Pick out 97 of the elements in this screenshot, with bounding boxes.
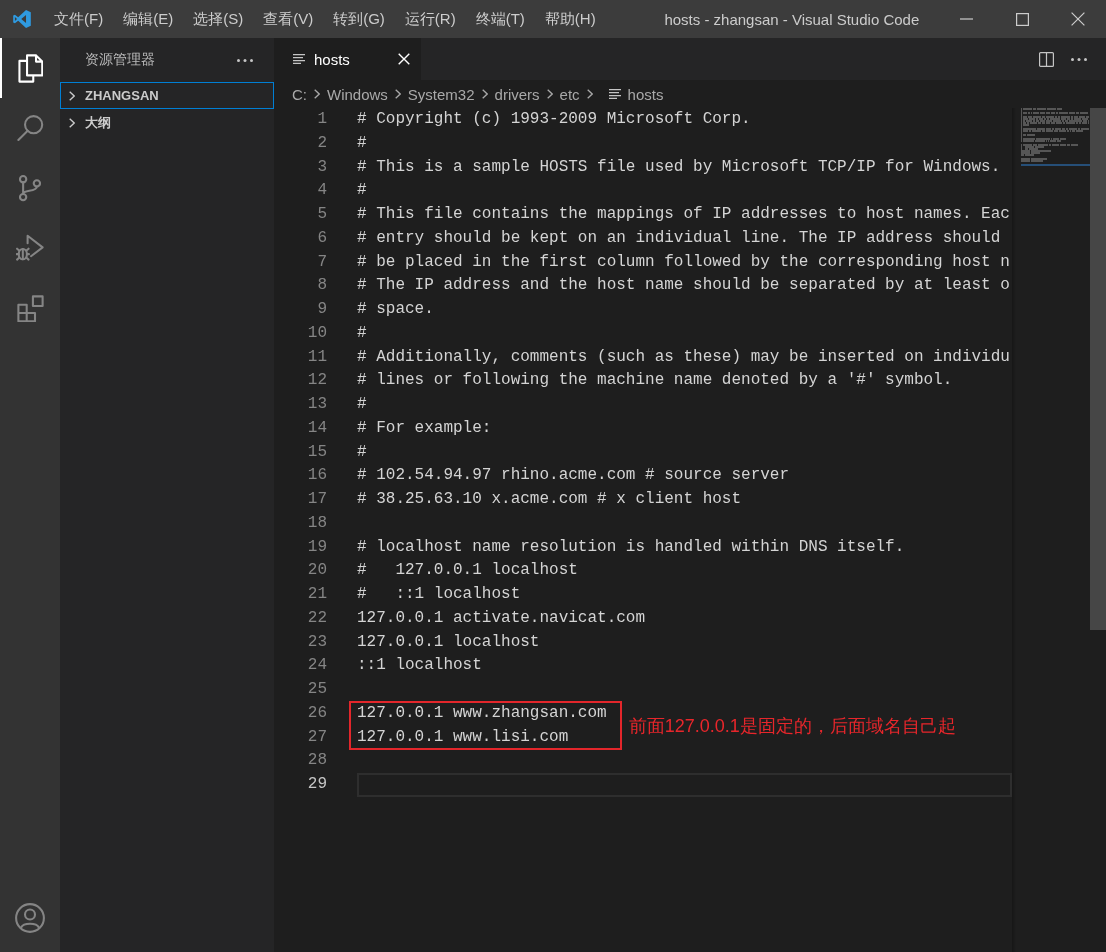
chevron-right-icon bbox=[314, 89, 320, 99]
code-line: # space. bbox=[357, 299, 435, 320]
annotation-text: 前面127.0.0.1是固定的，后面域名自己起 bbox=[628, 714, 956, 738]
account-icon[interactable] bbox=[15, 903, 45, 933]
line-number: 9 bbox=[317, 300, 327, 318]
code-line: # For example: bbox=[357, 417, 493, 439]
line-number: 5 bbox=[317, 205, 327, 223]
active-indicator bbox=[0, 38, 2, 98]
menu-item[interactable]: 终端(T) bbox=[475, 9, 525, 29]
line-number: 8 bbox=[317, 276, 327, 295]
minimize-icon[interactable] bbox=[959, 18, 973, 20]
breadcrumb-item[interactable]: hosts bbox=[627, 85, 664, 103]
play-bug-icon[interactable] bbox=[16, 234, 44, 262]
code-line: 127.0.0.1 localhost bbox=[357, 631, 541, 653]
chevron-right-icon bbox=[586, 89, 593, 99]
vscode-logo-icon bbox=[13, 10, 31, 28]
window-title: hosts - zhangsan - Visual Studio Code bbox=[664, 10, 920, 28]
scrollbar-thumb[interactable] bbox=[1090, 108, 1106, 630]
code-line: # bbox=[357, 132, 368, 154]
line-number: 26 bbox=[307, 703, 327, 722]
minimap-drawing[interactable] bbox=[1021, 108, 1090, 166]
breadcrumb-item[interactable]: C: bbox=[292, 85, 307, 103]
line-number: 28 bbox=[307, 751, 327, 770]
code-line: 127.0.0.1 activate.navicat.com bbox=[357, 607, 647, 629]
menu-item[interactable]: 文件(F) bbox=[54, 9, 104, 29]
line-number: 16 bbox=[307, 466, 327, 485]
breadcrumb-item[interactable]: Windows bbox=[327, 85, 388, 103]
line-number: 25 bbox=[307, 680, 327, 698]
breadcrumb-item[interactable]: etc bbox=[559, 85, 580, 103]
file-lines-icon bbox=[293, 54, 305, 64]
section-header[interactable]: ZHANGSAN bbox=[60, 82, 274, 109]
code-line: # 38.25.63.10 x.acme.com # x client host bbox=[357, 489, 743, 510]
line-number: 17 bbox=[307, 490, 327, 508]
search-icon[interactable] bbox=[16, 114, 44, 142]
code-line: # The IP address and the host name should be separated by at least o bbox=[357, 275, 1011, 297]
code-line: # bbox=[357, 180, 368, 202]
menu-item[interactable]: 帮助(H) bbox=[544, 9, 596, 29]
chevron-right-icon bbox=[481, 89, 488, 99]
line-number: 29 bbox=[307, 775, 327, 793]
line-number: 23 bbox=[307, 632, 327, 651]
menu-item[interactable]: 转到(G) bbox=[333, 9, 385, 29]
maximize-icon[interactable] bbox=[1015, 12, 1029, 26]
branch-icon[interactable] bbox=[19, 174, 41, 202]
section-header[interactable]: 大纲 bbox=[60, 109, 274, 136]
file-lines-icon bbox=[608, 89, 621, 99]
line-number: 6 bbox=[317, 228, 327, 247]
code-line: # Additionally, comments (such as these) may be inserted on individu bbox=[357, 346, 1011, 368]
code-line: # bbox=[357, 394, 368, 415]
line-number: 18 bbox=[307, 513, 327, 532]
line-number: 24 bbox=[307, 656, 327, 675]
more-icon[interactable] bbox=[237, 58, 253, 62]
code-line: # bbox=[357, 441, 368, 463]
code-line: # 102.54.94.97 rhino.acme.com # source server bbox=[357, 465, 791, 487]
code-line: # This file contains the mappings of IP addresses to host names. Eac bbox=[357, 204, 1011, 225]
sidebar-title: 资源管理器 bbox=[85, 51, 155, 67]
line-number: 14 bbox=[307, 418, 327, 437]
line-number: 1 bbox=[317, 110, 327, 128]
more-icon[interactable] bbox=[1071, 57, 1087, 61]
blocks-icon[interactable] bbox=[16, 294, 44, 322]
line-number: 13 bbox=[307, 395, 327, 413]
line-number: 11 bbox=[307, 347, 327, 366]
menu-item[interactable]: 选择(S) bbox=[193, 9, 244, 29]
code-line: 127.0.0.1 www.lisi.com bbox=[357, 726, 570, 748]
line-number: 22 bbox=[307, 608, 327, 627]
close-icon[interactable] bbox=[1071, 12, 1085, 26]
code-line: # localhost name resolution is handled within DNS itself. bbox=[357, 536, 906, 558]
files-icon[interactable] bbox=[17, 53, 43, 83]
line-number: 19 bbox=[307, 537, 327, 556]
menu-item[interactable]: 运行(R) bbox=[404, 9, 456, 29]
line-number: 3 bbox=[317, 157, 327, 176]
code-line: # Copyright (c) 1993-2009 Microsoft Corp. bbox=[357, 109, 752, 130]
chevron-right-icon bbox=[394, 89, 401, 99]
line-number: 10 bbox=[307, 323, 327, 342]
code-line: # entry should be kept on an individual line. The IP address should bbox=[357, 227, 1002, 249]
code-line: # 127.0.0.1 localhost bbox=[357, 560, 579, 582]
code-line: # be placed in the first column followed by the corresponding host n bbox=[357, 251, 1011, 273]
breadcrumb-item[interactable]: System32 bbox=[407, 85, 475, 103]
code-line: # bbox=[357, 322, 368, 344]
line-number: 4 bbox=[317, 181, 327, 200]
code-line: # ::1 localhost bbox=[357, 584, 522, 605]
editor-tab[interactable]: hosts bbox=[274, 38, 421, 80]
split-editor-icon[interactable] bbox=[1039, 51, 1054, 67]
code-line: # This is a sample HOSTS file used by Microsoft TCP/IP for Windows. bbox=[357, 156, 1002, 178]
code-line: ::1 localhost bbox=[357, 655, 483, 677]
line-number: 21 bbox=[307, 585, 327, 603]
code-line: 127.0.0.1 www.zhangsan.com bbox=[357, 702, 607, 724]
line-number: 15 bbox=[307, 442, 327, 461]
chevron-right-icon bbox=[546, 89, 553, 99]
code-line: # lines or following the machine name denoted by a '#' symbol. bbox=[357, 370, 954, 392]
menu-item[interactable]: 编辑(E) bbox=[123, 9, 174, 29]
line-number: 27 bbox=[307, 727, 327, 746]
line-number: 12 bbox=[307, 371, 327, 390]
menu-item[interactable]: 查看(V) bbox=[263, 9, 314, 29]
line-number: 2 bbox=[317, 133, 327, 152]
breadcrumb-item[interactable]: drivers bbox=[494, 85, 540, 103]
line-number: 20 bbox=[307, 561, 327, 580]
line-number: 7 bbox=[317, 252, 327, 271]
